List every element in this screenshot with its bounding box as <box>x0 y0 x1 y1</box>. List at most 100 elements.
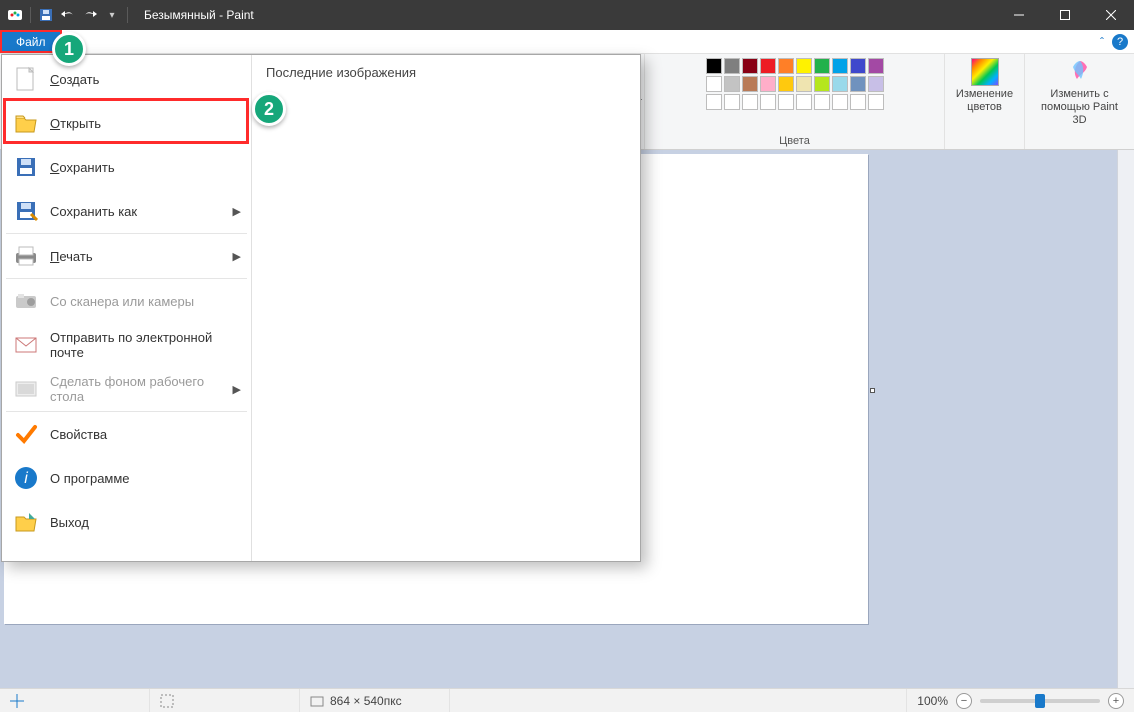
vertical-scrollbar[interactable] <box>1117 150 1134 688</box>
color-swatch[interactable] <box>814 58 830 74</box>
file-menu-items: СоздатьОткрытьСохранитьСохранить как▶Печ… <box>2 55 252 561</box>
file-menu-item-10[interactable]: Выход <box>2 500 251 544</box>
file-menu-item-icon: i <box>12 464 40 492</box>
color-swatch-empty[interactable] <box>850 94 866 110</box>
qat-customize-icon[interactable]: ▾ <box>103 6 121 24</box>
cursor-pos-icon <box>10 694 24 708</box>
file-menu-item-label: Печать <box>50 249 93 264</box>
paint3d-icon <box>1066 58 1094 86</box>
file-menu-item-icon <box>12 242 40 270</box>
statusbar: 864 × 540пкс 100% − + <box>0 688 1134 712</box>
file-menu-item-icon <box>12 287 40 315</box>
color-swatch-empty[interactable] <box>778 94 794 110</box>
canvas-size-value: 864 × 540пкс <box>330 694 402 708</box>
zoom-slider[interactable] <box>980 699 1100 703</box>
color-swatch-empty[interactable] <box>742 94 758 110</box>
colors-panel: Цвета <box>644 54 944 149</box>
status-cursor-pos <box>0 689 150 712</box>
zoom-out-button[interactable]: − <box>956 693 972 709</box>
file-menu-recent: Последние изображения <box>252 55 640 561</box>
file-menu-item-icon <box>12 197 40 225</box>
file-menu-item-label: Со сканера или камеры <box>50 294 194 309</box>
window-title: Безымянный - Paint <box>144 8 254 22</box>
recent-header: Последние изображения <box>266 65 626 80</box>
color-swatch[interactable] <box>706 76 722 92</box>
file-menu-item-label: Выход <box>50 515 89 530</box>
selection-size-icon <box>160 694 174 708</box>
file-menu-item-2[interactable]: Сохранить <box>2 145 251 189</box>
canvas-size-icon <box>310 694 324 708</box>
color-swatch[interactable] <box>724 76 740 92</box>
file-menu-item-6[interactable]: Отправить по электронной почте <box>2 323 251 367</box>
file-menu-item-8[interactable]: Свойства <box>2 412 251 456</box>
color-swatch[interactable] <box>778 58 794 74</box>
file-menu-item-icon <box>12 65 40 93</box>
color-swatch-empty[interactable] <box>724 94 740 110</box>
help-icon[interactable]: ? <box>1112 34 1128 50</box>
color-swatch[interactable] <box>832 76 848 92</box>
file-menu-item-label: Сделать фоном рабочего стола <box>50 374 233 404</box>
titlebar: ▾ Безымянный - Paint <box>0 0 1134 30</box>
file-menu-item-icon <box>12 109 40 137</box>
color-swatch[interactable] <box>760 76 776 92</box>
status-filesize <box>450 689 907 712</box>
color-swatch[interactable] <box>832 58 848 74</box>
window-controls <box>996 0 1134 30</box>
annotation-badge-2: 2 <box>252 92 286 126</box>
color-swatch[interactable] <box>850 58 866 74</box>
color-swatch[interactable] <box>868 76 884 92</box>
ribbon-collapse-icon[interactable]: ˆ <box>1100 35 1104 49</box>
paint3d-panel[interactable]: Изменить с помощью Paint 3D <box>1024 54 1134 149</box>
file-menu-item-label: Создать <box>50 72 99 87</box>
minimize-button[interactable] <box>996 0 1042 30</box>
color-swatch-empty[interactable] <box>706 94 722 110</box>
svg-text:i: i <box>24 470 28 487</box>
file-menu-item-3[interactable]: Сохранить как▶ <box>2 189 251 233</box>
zoom-slider-thumb[interactable] <box>1035 694 1045 708</box>
zoom-value: 100% <box>917 694 948 708</box>
paint3d-label: Изменить с помощью Paint 3D <box>1035 88 1124 128</box>
zoom-in-button[interactable]: + <box>1108 693 1124 709</box>
file-menu-item-icon <box>12 331 40 359</box>
canvas-resize-handle-right[interactable] <box>870 388 875 393</box>
color-swatch[interactable] <box>778 76 794 92</box>
color-palette <box>706 58 884 110</box>
color-swatch[interactable] <box>742 76 758 92</box>
status-canvas-size: 864 × 540пкс <box>300 689 450 712</box>
color-swatch[interactable] <box>868 58 884 74</box>
color-swatch[interactable] <box>850 76 866 92</box>
save-icon[interactable] <box>37 6 55 24</box>
file-menu-item-label: О программе <box>50 471 130 486</box>
file-menu-item-icon <box>12 420 40 448</box>
color-swatch-empty[interactable] <box>796 94 812 110</box>
close-button[interactable] <box>1088 0 1134 30</box>
edit-colors-panel[interactable]: Изменение цветов <box>944 54 1024 149</box>
undo-icon[interactable] <box>59 6 77 24</box>
file-menu-item-icon <box>12 375 40 403</box>
file-menu-item-0[interactable]: Создать <box>2 57 251 101</box>
color-swatch-empty[interactable] <box>832 94 848 110</box>
file-menu-item-4[interactable]: Печать ▶ <box>2 234 251 278</box>
color-swatch[interactable] <box>796 76 812 92</box>
color-swatch[interactable] <box>724 58 740 74</box>
file-menu-item-1[interactable]: Открыть <box>2 101 251 145</box>
edit-colors-label: Изменение цветов <box>955 88 1014 114</box>
color-swatch-empty[interactable] <box>814 94 830 110</box>
submenu-chevron-icon: ▶ <box>233 250 241 263</box>
color-swatch[interactable] <box>706 58 722 74</box>
color-swatch-empty[interactable] <box>868 94 884 110</box>
color-swatch[interactable] <box>796 58 812 74</box>
color-swatch-empty[interactable] <box>760 94 776 110</box>
color-swatch[interactable] <box>760 58 776 74</box>
color-swatch[interactable] <box>814 76 830 92</box>
redo-icon[interactable] <box>81 6 99 24</box>
file-menu-item-9[interactable]: i О программе <box>2 456 251 500</box>
color-swatch[interactable] <box>742 58 758 74</box>
colors-group-label: Цвета <box>779 133 810 147</box>
file-menu-item-label: Открыть <box>50 116 101 131</box>
status-selection-size <box>150 689 300 712</box>
paint-logo-icon <box>6 6 24 24</box>
file-menu-item-icon <box>12 153 40 181</box>
status-zoom-controls: 100% − + <box>907 693 1134 709</box>
maximize-button[interactable] <box>1042 0 1088 30</box>
